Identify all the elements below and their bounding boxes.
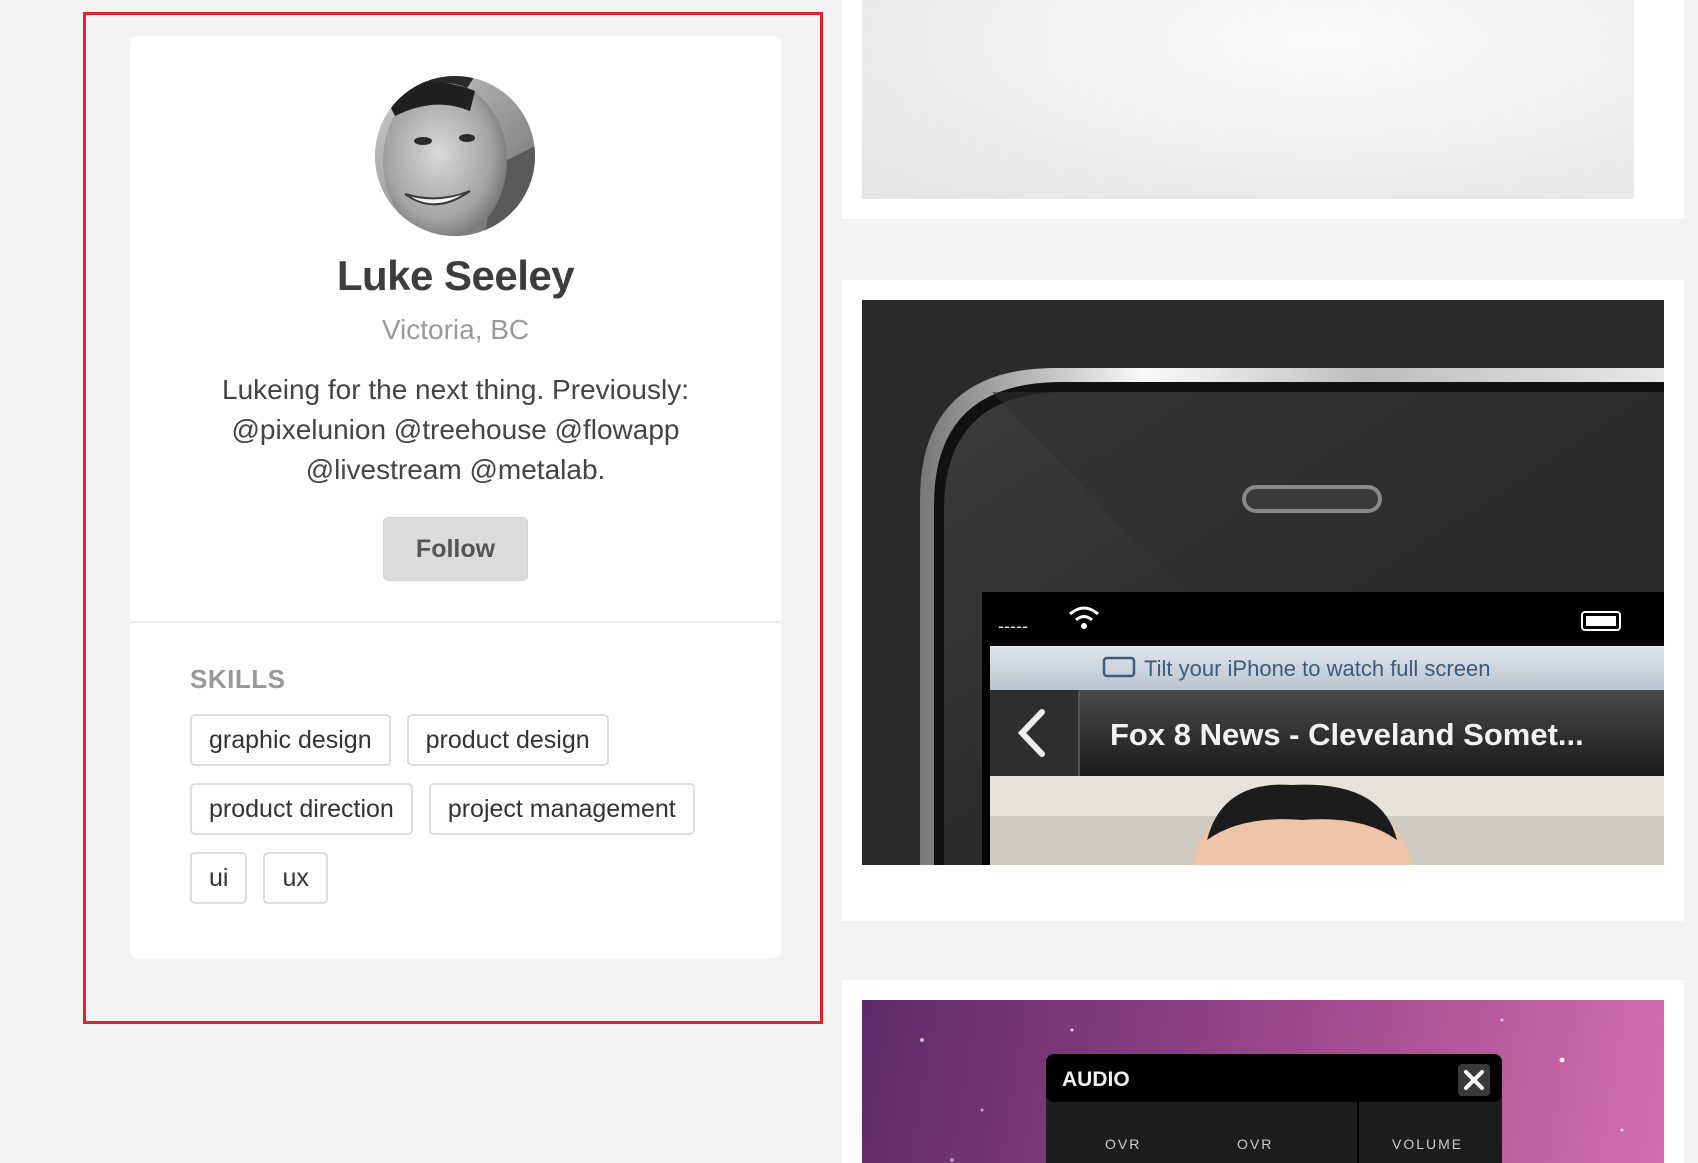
- avatar[interactable]: [375, 76, 535, 236]
- shot-card[interactable]: [842, 0, 1684, 219]
- profile-bio: Lukeing for the next thing. Previously: …: [222, 374, 689, 485]
- shot-thumbnail[interactable]: ----- Tilt your iPhone to watch full scr…: [862, 300, 1664, 865]
- shot-card[interactable]: ----- Tilt your iPhone to watch full scr…: [842, 280, 1684, 921]
- iphone-illustration: ----- Tilt your iPhone to watch full scr…: [862, 300, 1664, 865]
- audio-label: OVR: [1105, 1136, 1141, 1152]
- tilt-banner: Tilt your iPhone to watch full screen: [1144, 656, 1490, 681]
- audio-title: AUDIO: [1062, 1068, 1130, 1091]
- follow-button[interactable]: Follow: [383, 517, 528, 581]
- skill-tag[interactable]: graphic design: [190, 714, 391, 766]
- divider: [130, 621, 781, 623]
- audio-panel-illustration: AUDIO OVR OVR VOLUME: [920, 1018, 1624, 1163]
- video-title: Fox 8 News - Cleveland Somet...: [1110, 717, 1584, 752]
- shot-thumbnail[interactable]: [862, 0, 1634, 199]
- shot-thumbnail[interactable]: AUDIO OVR OVR VOLUME: [862, 1000, 1664, 1163]
- skill-tag[interactable]: project management: [428, 783, 695, 835]
- audio-label: OVR: [1237, 1136, 1273, 1152]
- profile-card: Luke Seeley Victoria, BC Lukeing for the…: [130, 36, 781, 958]
- skills-list: graphic design product design product di…: [190, 714, 730, 904]
- skills-heading: SKILLS: [190, 664, 286, 694]
- audio-label: VOLUME: [1392, 1136, 1463, 1152]
- skill-tag[interactable]: ux: [263, 852, 328, 904]
- profile-name: Luke Seeley: [336, 252, 575, 299]
- carrier-signal: -----: [998, 616, 1028, 636]
- skill-tag[interactable]: product design: [406, 714, 609, 766]
- profile-location: Victoria, BC: [381, 314, 530, 345]
- skill-tag[interactable]: product direction: [190, 783, 413, 835]
- skill-tag[interactable]: ui: [190, 852, 248, 904]
- shot-card[interactable]: AUDIO OVR OVR VOLUME: [842, 980, 1684, 1163]
